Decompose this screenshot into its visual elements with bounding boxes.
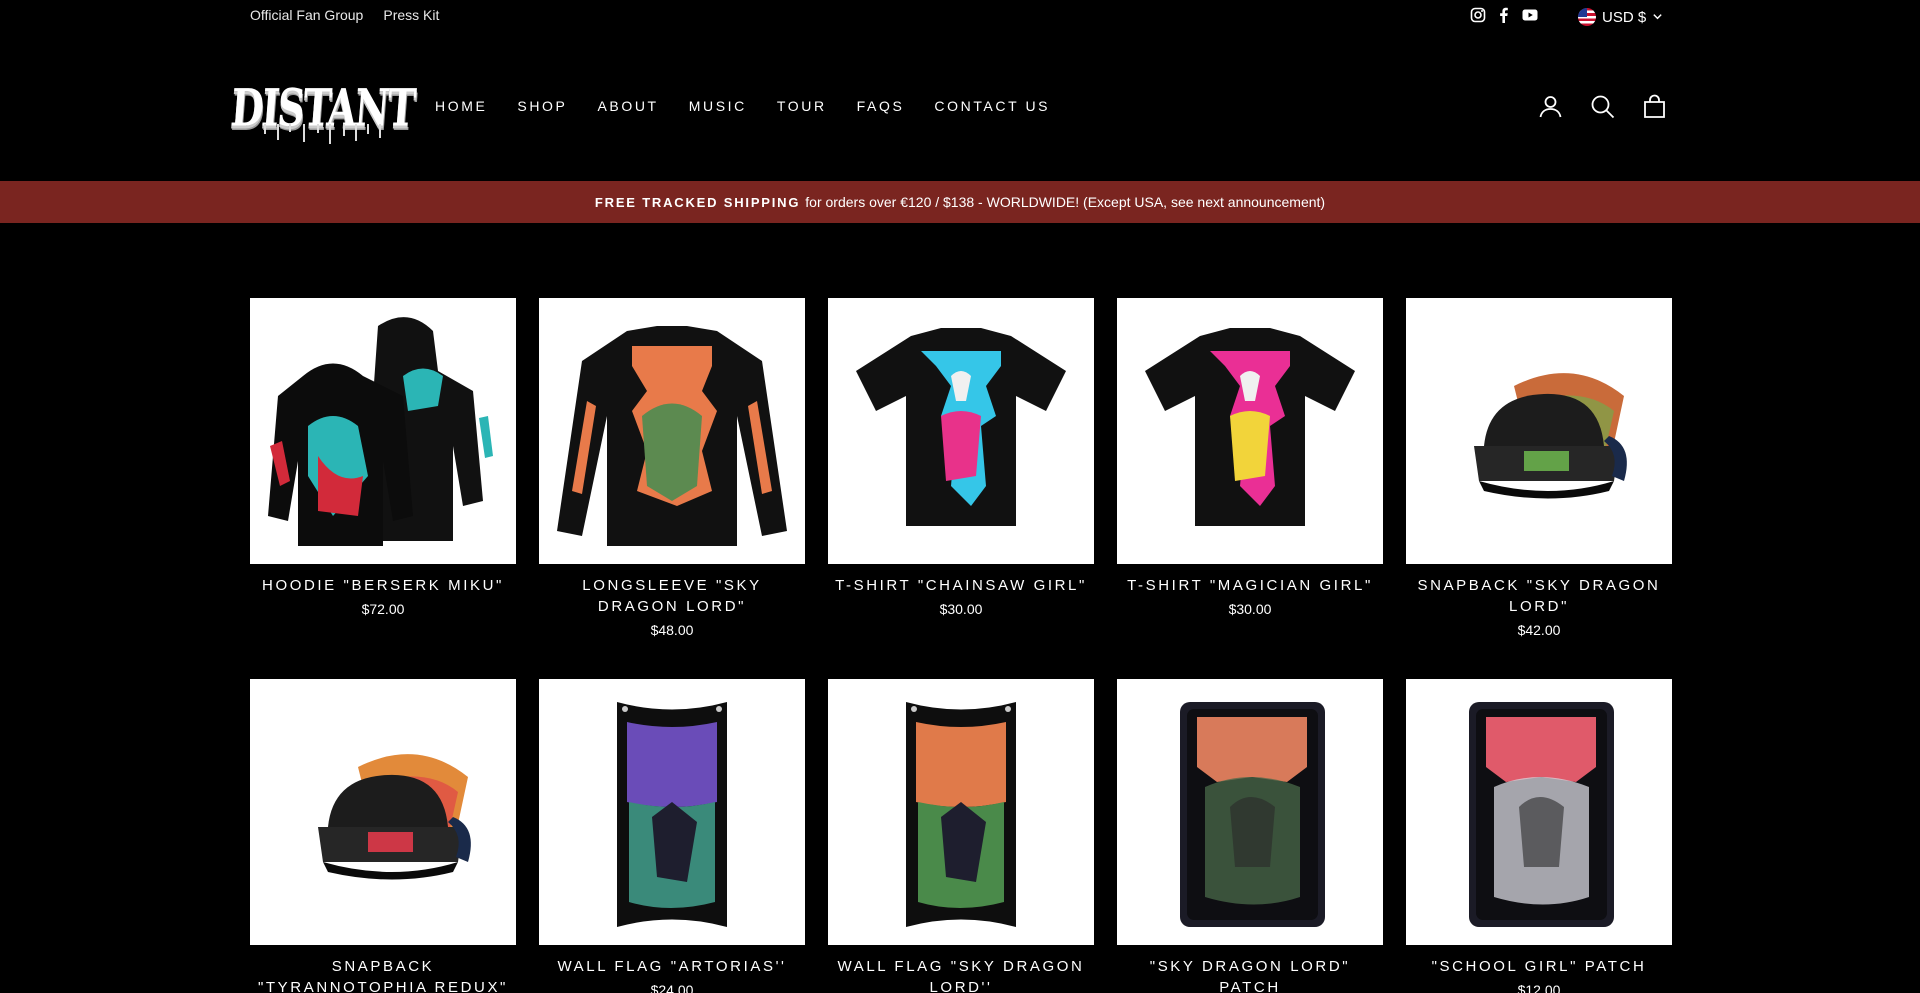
product-image[interactable] (539, 298, 805, 564)
nav-faqs[interactable]: FAQS (857, 98, 905, 114)
cart-icon[interactable] (1642, 94, 1667, 119)
announcement-bar[interactable]: FREE TRACKED SHIPPING for orders over €1… (0, 181, 1920, 223)
product-price: $48.00 (650, 622, 694, 638)
site-logo[interactable]: DISTANT (229, 62, 416, 152)
nav-tour[interactable]: TOUR (777, 98, 827, 114)
site-header: DISTANT HOME SHOP ABOUT MUSIC TOUR FAQS … (0, 34, 1920, 181)
logo-drips (264, 124, 381, 144)
product-image[interactable] (250, 679, 516, 945)
product-title[interactable]: T-Shirt "Chainsaw Girl" (828, 575, 1094, 596)
product-title[interactable]: Hoodie "Berserk Miku" (250, 575, 516, 596)
product-image[interactable] (250, 298, 516, 564)
product-card[interactable]: Wall Flag "Sky Dragon Lord'' (828, 679, 1094, 993)
product-title[interactable]: Snapback "Tyrannotophia Redux" (250, 956, 516, 993)
us-flag-icon (1578, 8, 1596, 26)
announcement-strong: FREE TRACKED SHIPPING (594, 194, 801, 210)
nav-about[interactable]: ABOUT (597, 98, 658, 114)
product-title[interactable]: Snapback "Sky Dragon Lord" (1406, 575, 1672, 617)
currency-label: USD $ (1602, 8, 1647, 26)
utility-bar: Official Fan Group Press Kit USD $ (0, 0, 1920, 34)
instagram-icon[interactable] (1470, 7, 1486, 23)
facebook-icon[interactable] (1496, 7, 1512, 23)
product-card[interactable]: "Sky Dragon Lord" Patch $12.00 (1117, 679, 1383, 993)
product-image[interactable] (1117, 298, 1383, 564)
product-card[interactable]: T-Shirt "Magician Girl" $30.00 (1117, 298, 1383, 617)
announcement-text: for orders over €120 / $138 - WORLDWIDE!… (805, 194, 1326, 210)
product-title[interactable]: Longsleeve "Sky Dragon Lord" (539, 575, 805, 617)
product-image[interactable] (828, 298, 1094, 564)
nav-shop[interactable]: SHOP (517, 98, 567, 114)
nav-contact-us[interactable]: CONTACT US (934, 98, 1050, 114)
product-image[interactable] (539, 679, 805, 945)
product-card[interactable]: Hoodie "Berserk Miku" $72.00 (250, 298, 516, 617)
product-image[interactable] (828, 679, 1094, 945)
product-card[interactable]: T-Shirt "Chainsaw Girl" $30.00 (828, 298, 1094, 617)
product-price: $12.00 (1517, 982, 1561, 993)
product-image[interactable] (1406, 679, 1672, 945)
search-icon[interactable] (1590, 94, 1615, 119)
currency-selector[interactable]: USD $ (1578, 8, 1663, 26)
product-card[interactable]: Longsleeve "Sky Dragon Lord" $48.00 (539, 298, 805, 638)
product-title[interactable]: Wall Flag "Artorias'' (539, 956, 805, 977)
nav-music[interactable]: MUSIC (689, 98, 747, 114)
product-image[interactable] (1117, 679, 1383, 945)
official-fan-group-link[interactable]: Official Fan Group (250, 7, 363, 23)
product-title[interactable]: "Sky Dragon Lord" Patch (1117, 956, 1383, 993)
product-card[interactable]: Snapback "Tyrannotophia Redux" (250, 679, 516, 993)
press-kit-link[interactable]: Press Kit (383, 7, 439, 23)
product-price: $30.00 (1228, 601, 1272, 617)
product-card[interactable]: Wall Flag "Artorias'' $24.00 (539, 679, 805, 993)
nav-home[interactable]: HOME (435, 98, 487, 114)
main-nav: HOME SHOP ABOUT MUSIC TOUR FAQS CONTACT … (435, 98, 1080, 114)
product-price: $42.00 (1517, 622, 1561, 638)
product-card[interactable]: Snapback "Sky Dragon Lord" $42.00 (1406, 298, 1672, 638)
product-title[interactable]: Wall Flag "Sky Dragon Lord'' (828, 956, 1094, 993)
product-price: $72.00 (361, 601, 405, 617)
utility-links: Official Fan Group Press Kit (250, 7, 439, 23)
header-actions (1538, 94, 1667, 119)
product-price: $30.00 (939, 601, 983, 617)
product-image[interactable] (1406, 298, 1672, 564)
product-title[interactable]: T-Shirt "Magician Girl" (1117, 575, 1383, 596)
account-icon[interactable] (1538, 94, 1563, 119)
product-price: $24.00 (650, 982, 694, 993)
youtube-icon[interactable] (1522, 7, 1538, 23)
product-card[interactable]: "School Girl" Patch $12.00 (1406, 679, 1672, 993)
social-links (1470, 7, 1538, 23)
product-title[interactable]: "School Girl" Patch (1406, 956, 1672, 977)
chevron-down-icon (1652, 9, 1663, 26)
